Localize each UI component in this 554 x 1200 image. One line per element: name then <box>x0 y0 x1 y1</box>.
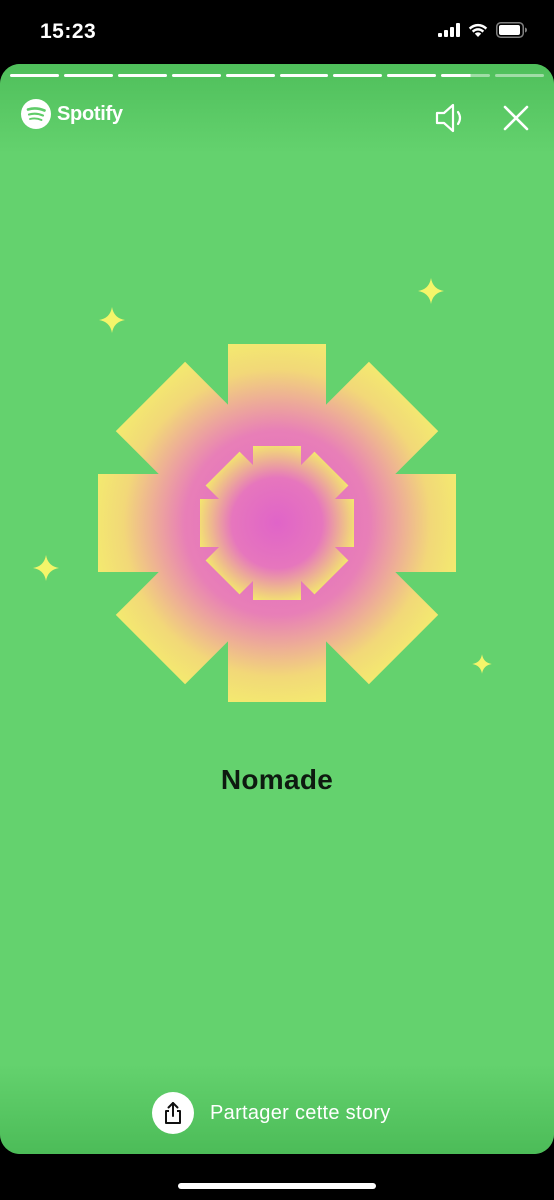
cellular-signal-icon <box>438 23 460 37</box>
sparkle-icon <box>99 307 125 333</box>
story-card[interactable]: Spotify Nomade Partager cette story <box>0 64 554 1154</box>
share-icon-circle[interactable] <box>152 1092 194 1134</box>
wifi-icon <box>468 23 488 37</box>
status-bar: 15:23 <box>0 0 554 64</box>
playlist-artwork <box>33 278 492 702</box>
sparkle-icon <box>472 654 492 674</box>
share-label: Partager cette story <box>210 1101 391 1124</box>
share-story-button[interactable]: Partager cette story <box>152 1092 391 1134</box>
story-title: Nomade <box>220 764 334 795</box>
inner-star-shape <box>200 446 354 600</box>
battery-icon <box>496 22 527 38</box>
status-time: 15:23 <box>40 20 97 43</box>
share-icon <box>165 1102 181 1124</box>
sparkle-icon <box>418 278 444 304</box>
status-icons <box>438 22 528 38</box>
sparkle-icon <box>33 555 59 581</box>
home-indicator[interactable] <box>178 1183 376 1189</box>
